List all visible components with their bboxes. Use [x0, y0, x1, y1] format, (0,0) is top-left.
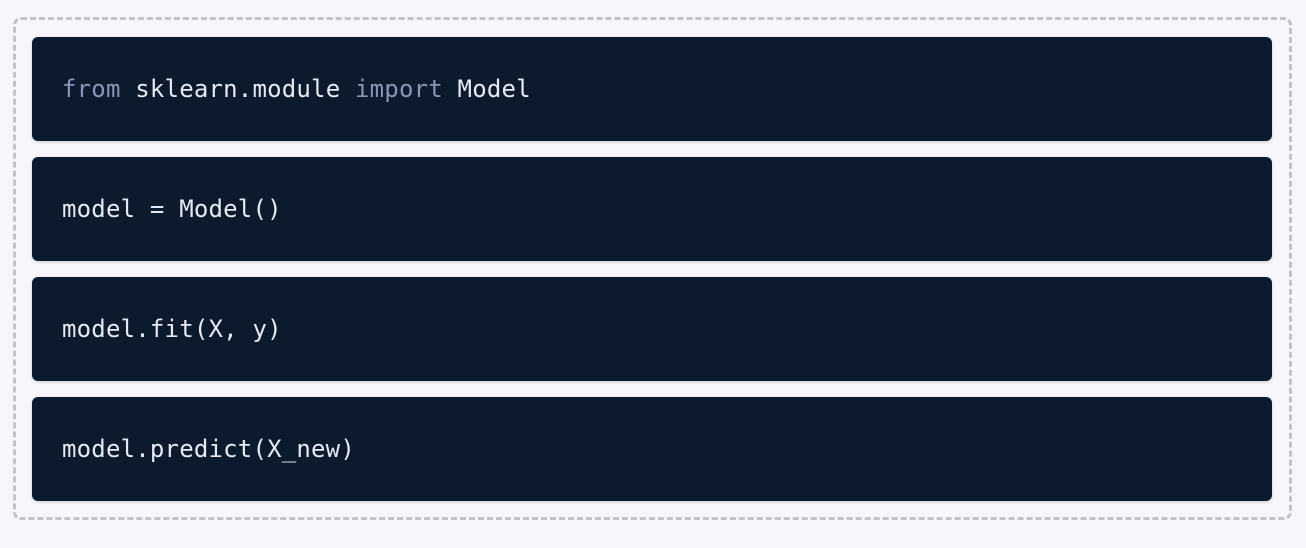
- code-line: model = Model(): [62, 195, 282, 223]
- imported-class: Model: [442, 75, 531, 103]
- code-cell-fit[interactable]: model.fit(X, y): [32, 277, 1272, 381]
- code-cell-instantiate[interactable]: model = Model(): [32, 157, 1272, 261]
- code-cell-import[interactable]: from sklearn.module import Model: [32, 37, 1272, 141]
- code-cell-predict[interactable]: model.predict(X_new): [32, 397, 1272, 501]
- module-name: sklearn.module: [120, 75, 355, 103]
- code-line: model.predict(X_new): [62, 435, 355, 463]
- code-line: model.fit(X, y): [62, 315, 282, 343]
- keyword-from: from: [62, 75, 121, 103]
- keyword-import: import: [355, 75, 443, 103]
